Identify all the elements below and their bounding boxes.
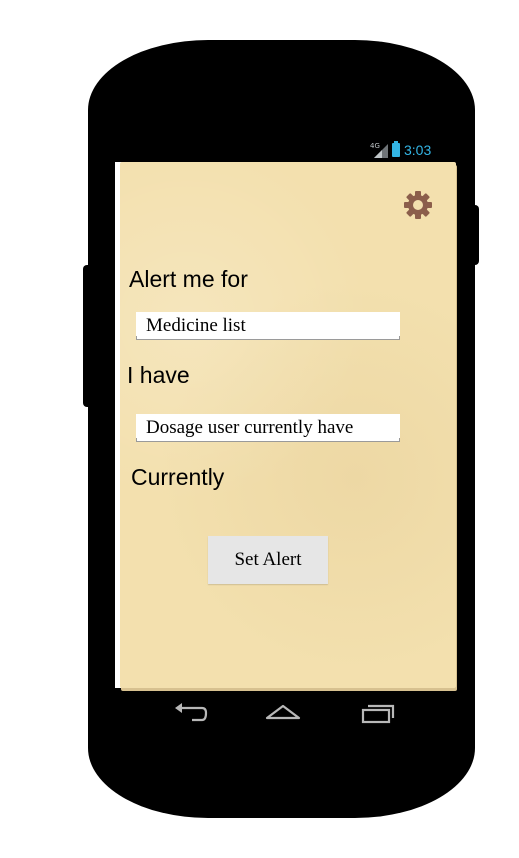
gear-icon[interactable] [403, 190, 433, 220]
set-alert-button[interactable]: Set Alert [208, 536, 328, 584]
dosage-field[interactable]: Dosage user currently have [136, 414, 400, 442]
medicine-list-field[interactable]: Medicine list [136, 312, 400, 340]
i-have-label: I have [127, 362, 190, 388]
medicine-list-value: Medicine list [146, 315, 246, 336]
home-icon[interactable] [265, 700, 301, 726]
status-clock: 3:03 [404, 142, 432, 158]
app-screen: Alert me for Medicine list I have Dosage… [115, 162, 456, 688]
battery-icon [392, 141, 400, 157]
signal-icon: 4G [370, 142, 388, 158]
back-icon[interactable] [172, 700, 208, 726]
currently-label: Currently [131, 464, 225, 490]
status-bar: 4G 3:03 [370, 141, 431, 159]
navigation-bar [170, 700, 400, 728]
app-background: Alert me for Medicine list I have Dosage… [120, 162, 456, 688]
device-stage: 4G 3:03 Alert me for Medicine list I hav… [0, 0, 519, 858]
alert-me-for-label: Alert me for [129, 266, 248, 292]
recents-icon[interactable] [360, 700, 396, 726]
dosage-value: Dosage user currently have [146, 417, 354, 438]
